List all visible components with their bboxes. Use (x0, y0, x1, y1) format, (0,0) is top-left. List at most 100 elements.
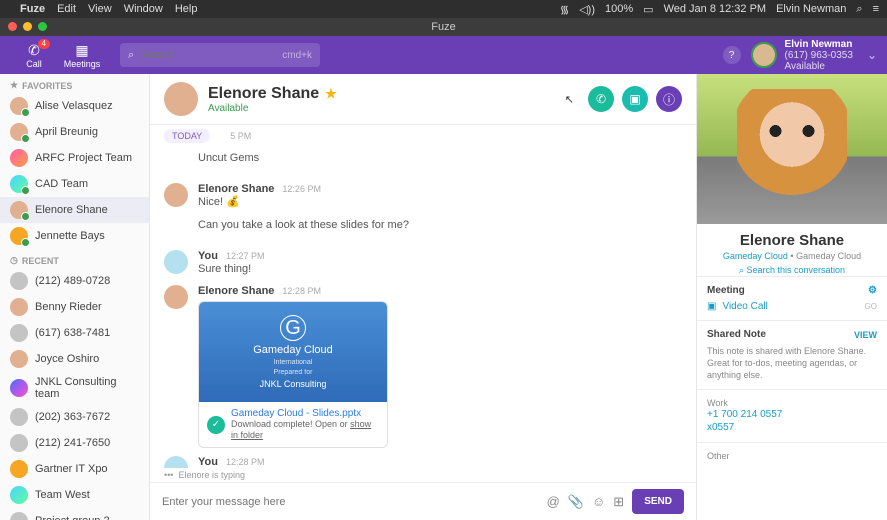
voice-call-button[interactable]: ✆ (588, 86, 614, 112)
sidebar-item-label: (617) 638-7481 (35, 327, 110, 339)
sidebar-item-label: (212) 241-7650 (35, 437, 110, 449)
nav-call-label: Call (26, 59, 42, 69)
attachment-filename[interactable]: Gameday Cloud - Slides.pptx (231, 408, 379, 419)
sidebar-item-label: Project group 2 (35, 515, 110, 520)
message-list[interactable]: TODAY 5 PM Uncut Gems Elenore Shane12:26 … (150, 125, 696, 468)
profile-status: Available (785, 61, 853, 72)
nav-meetings[interactable]: ▦ Meetings (58, 42, 106, 69)
sidebar-item-label: (202) 363-7672 (35, 411, 110, 423)
menu-view[interactable]: View (88, 3, 112, 15)
menu-fuze[interactable]: Fuze (20, 3, 45, 15)
nav-call[interactable]: ✆ Call 4 (10, 42, 58, 69)
close-icon[interactable] (8, 22, 17, 31)
dots-icon: ••• (164, 470, 173, 480)
sidebar-item[interactable]: (202) 363-7672 (0, 404, 149, 430)
menu-edit[interactable]: Edit (57, 3, 76, 15)
window-title: Fuze (431, 21, 455, 33)
mention-icon[interactable]: @ (547, 494, 560, 509)
avatar (10, 460, 28, 478)
info-icon: ⓘ (663, 91, 675, 108)
message: Uncut Gems (164, 147, 682, 179)
star-icon: ★ (10, 80, 18, 91)
menu-window[interactable]: Window (124, 3, 163, 15)
sidebar-item[interactable]: Gartner IT Xpo (0, 456, 149, 482)
global-search[interactable]: ⌕ cmd+k (120, 43, 320, 67)
show-in-folder-link[interactable]: show in folder (231, 419, 371, 440)
message-time: 12:28 PM (226, 457, 265, 467)
chevron-down-icon: ⌄ (867, 48, 877, 62)
menubar-user[interactable]: Elvin Newman (776, 3, 846, 15)
info-button[interactable]: ⓘ (656, 86, 682, 112)
conversation-panel: Elenore Shane★ Available ↖ ✆ ▣ ⓘ TODAY 5… (150, 74, 697, 520)
avatar (10, 175, 28, 193)
clock[interactable]: Wed Jan 8 12:32 PM (664, 3, 767, 15)
sidebar-item[interactable]: April Breunig (0, 119, 149, 145)
window-titlebar: Fuze (0, 18, 887, 36)
attach-icon[interactable]: 📎 (568, 494, 584, 510)
avatar (10, 408, 28, 426)
work-phone[interactable]: +1 700 214 0557 (707, 408, 877, 421)
detail-name: Elenore Shane (697, 232, 887, 249)
search-icon: ⌕ (128, 49, 134, 62)
sidebar-item[interactable]: Team West (0, 482, 149, 508)
sidebar-item[interactable]: (617) 638-7481 (0, 320, 149, 346)
contact-avatar (164, 82, 198, 116)
avatar (10, 350, 28, 368)
video-call-link[interactable]: ▣Video CallGO (707, 301, 877, 312)
menubar-menu-icon[interactable]: ≡ (873, 3, 879, 15)
check-icon: ✓ (207, 416, 225, 434)
message-text: Can you take a look at these slides for … (198, 218, 682, 233)
sidebar-item[interactable]: Joyce Oshiro (0, 346, 149, 372)
sidebar-item[interactable]: (212) 489-0728 (0, 268, 149, 294)
other-label: Other (707, 451, 877, 461)
sidebar-item[interactable]: Elenore Shane (0, 197, 149, 223)
search-input[interactable] (140, 49, 282, 61)
emoji-icon[interactable]: ☺ (592, 494, 605, 509)
day-divider: TODAY 5 PM (164, 129, 682, 143)
recent-header: ◷RECENT (0, 249, 149, 268)
avatar (10, 149, 28, 167)
attachment-card[interactable]: GGameday CloudInternationalPrepared forJ… (198, 301, 388, 448)
avatar (164, 456, 188, 468)
gif-icon[interactable]: ⊞ (613, 494, 624, 510)
contact-status: Available (208, 103, 337, 114)
cloud-icon: G (280, 315, 306, 341)
window-controls[interactable] (8, 22, 47, 31)
profile-menu[interactable]: Elvin Newman (617) 963-0353 Available ⌄ (751, 39, 877, 72)
sidebar-item-label: Team West (35, 489, 90, 501)
search-kbd: cmd+k (282, 50, 312, 61)
favorite-star-icon[interactable]: ★ (325, 86, 337, 102)
menu-help[interactable]: Help (175, 3, 198, 15)
view-note-link[interactable]: VIEW (854, 330, 877, 340)
sidebar-item[interactable]: Alise Velasquez (0, 93, 149, 119)
sidebar-item-label: April Breunig (35, 126, 98, 138)
conversation-header: Elenore Shane★ Available ↖ ✆ ▣ ⓘ (150, 74, 696, 125)
sound-icon[interactable]: ◁)) (579, 3, 595, 16)
message: Elenore Shane12:28 PMGGameday CloudInter… (164, 281, 682, 452)
help-button[interactable]: ? (723, 46, 741, 64)
wifi-icon[interactable]: ᯾ (560, 2, 569, 17)
message-input[interactable] (162, 490, 539, 514)
battery-pct: 100% (605, 3, 633, 15)
work-ext[interactable]: x0557 (707, 421, 877, 434)
sidebar-item[interactable]: (212) 241-7650 (0, 430, 149, 456)
video-call-button[interactable]: ▣ (622, 86, 648, 112)
message-author: Elenore Shane (198, 285, 274, 297)
sidebar-item[interactable]: JNKL Consulting team (0, 372, 149, 404)
sidebar-item[interactable]: Project group 2 (0, 508, 149, 520)
message: Elenore Shane12:26 PMNice! 💰 (164, 179, 682, 214)
sidebar-item[interactable]: ARFC Project Team (0, 145, 149, 171)
sidebar-item[interactable]: Jennette Bays (0, 223, 149, 249)
sidebar-item-label: Joyce Oshiro (35, 353, 99, 365)
gear-icon[interactable]: ⚙ (868, 285, 877, 296)
day-time: 5 PM (230, 131, 251, 141)
sidebar-item[interactable]: CAD Team (0, 171, 149, 197)
minimize-icon[interactable] (23, 22, 32, 31)
cursor-icon: ↖ (565, 93, 574, 106)
sidebar-item[interactable]: Benny Rieder (0, 294, 149, 320)
maximize-icon[interactable] (38, 22, 47, 31)
send-button[interactable]: SEND (632, 489, 684, 514)
spotlight-icon[interactable]: ⌕ (856, 3, 862, 16)
search-conversation[interactable]: ⌕ Search this conversation (697, 265, 887, 276)
message-text: Uncut Gems (198, 151, 682, 166)
